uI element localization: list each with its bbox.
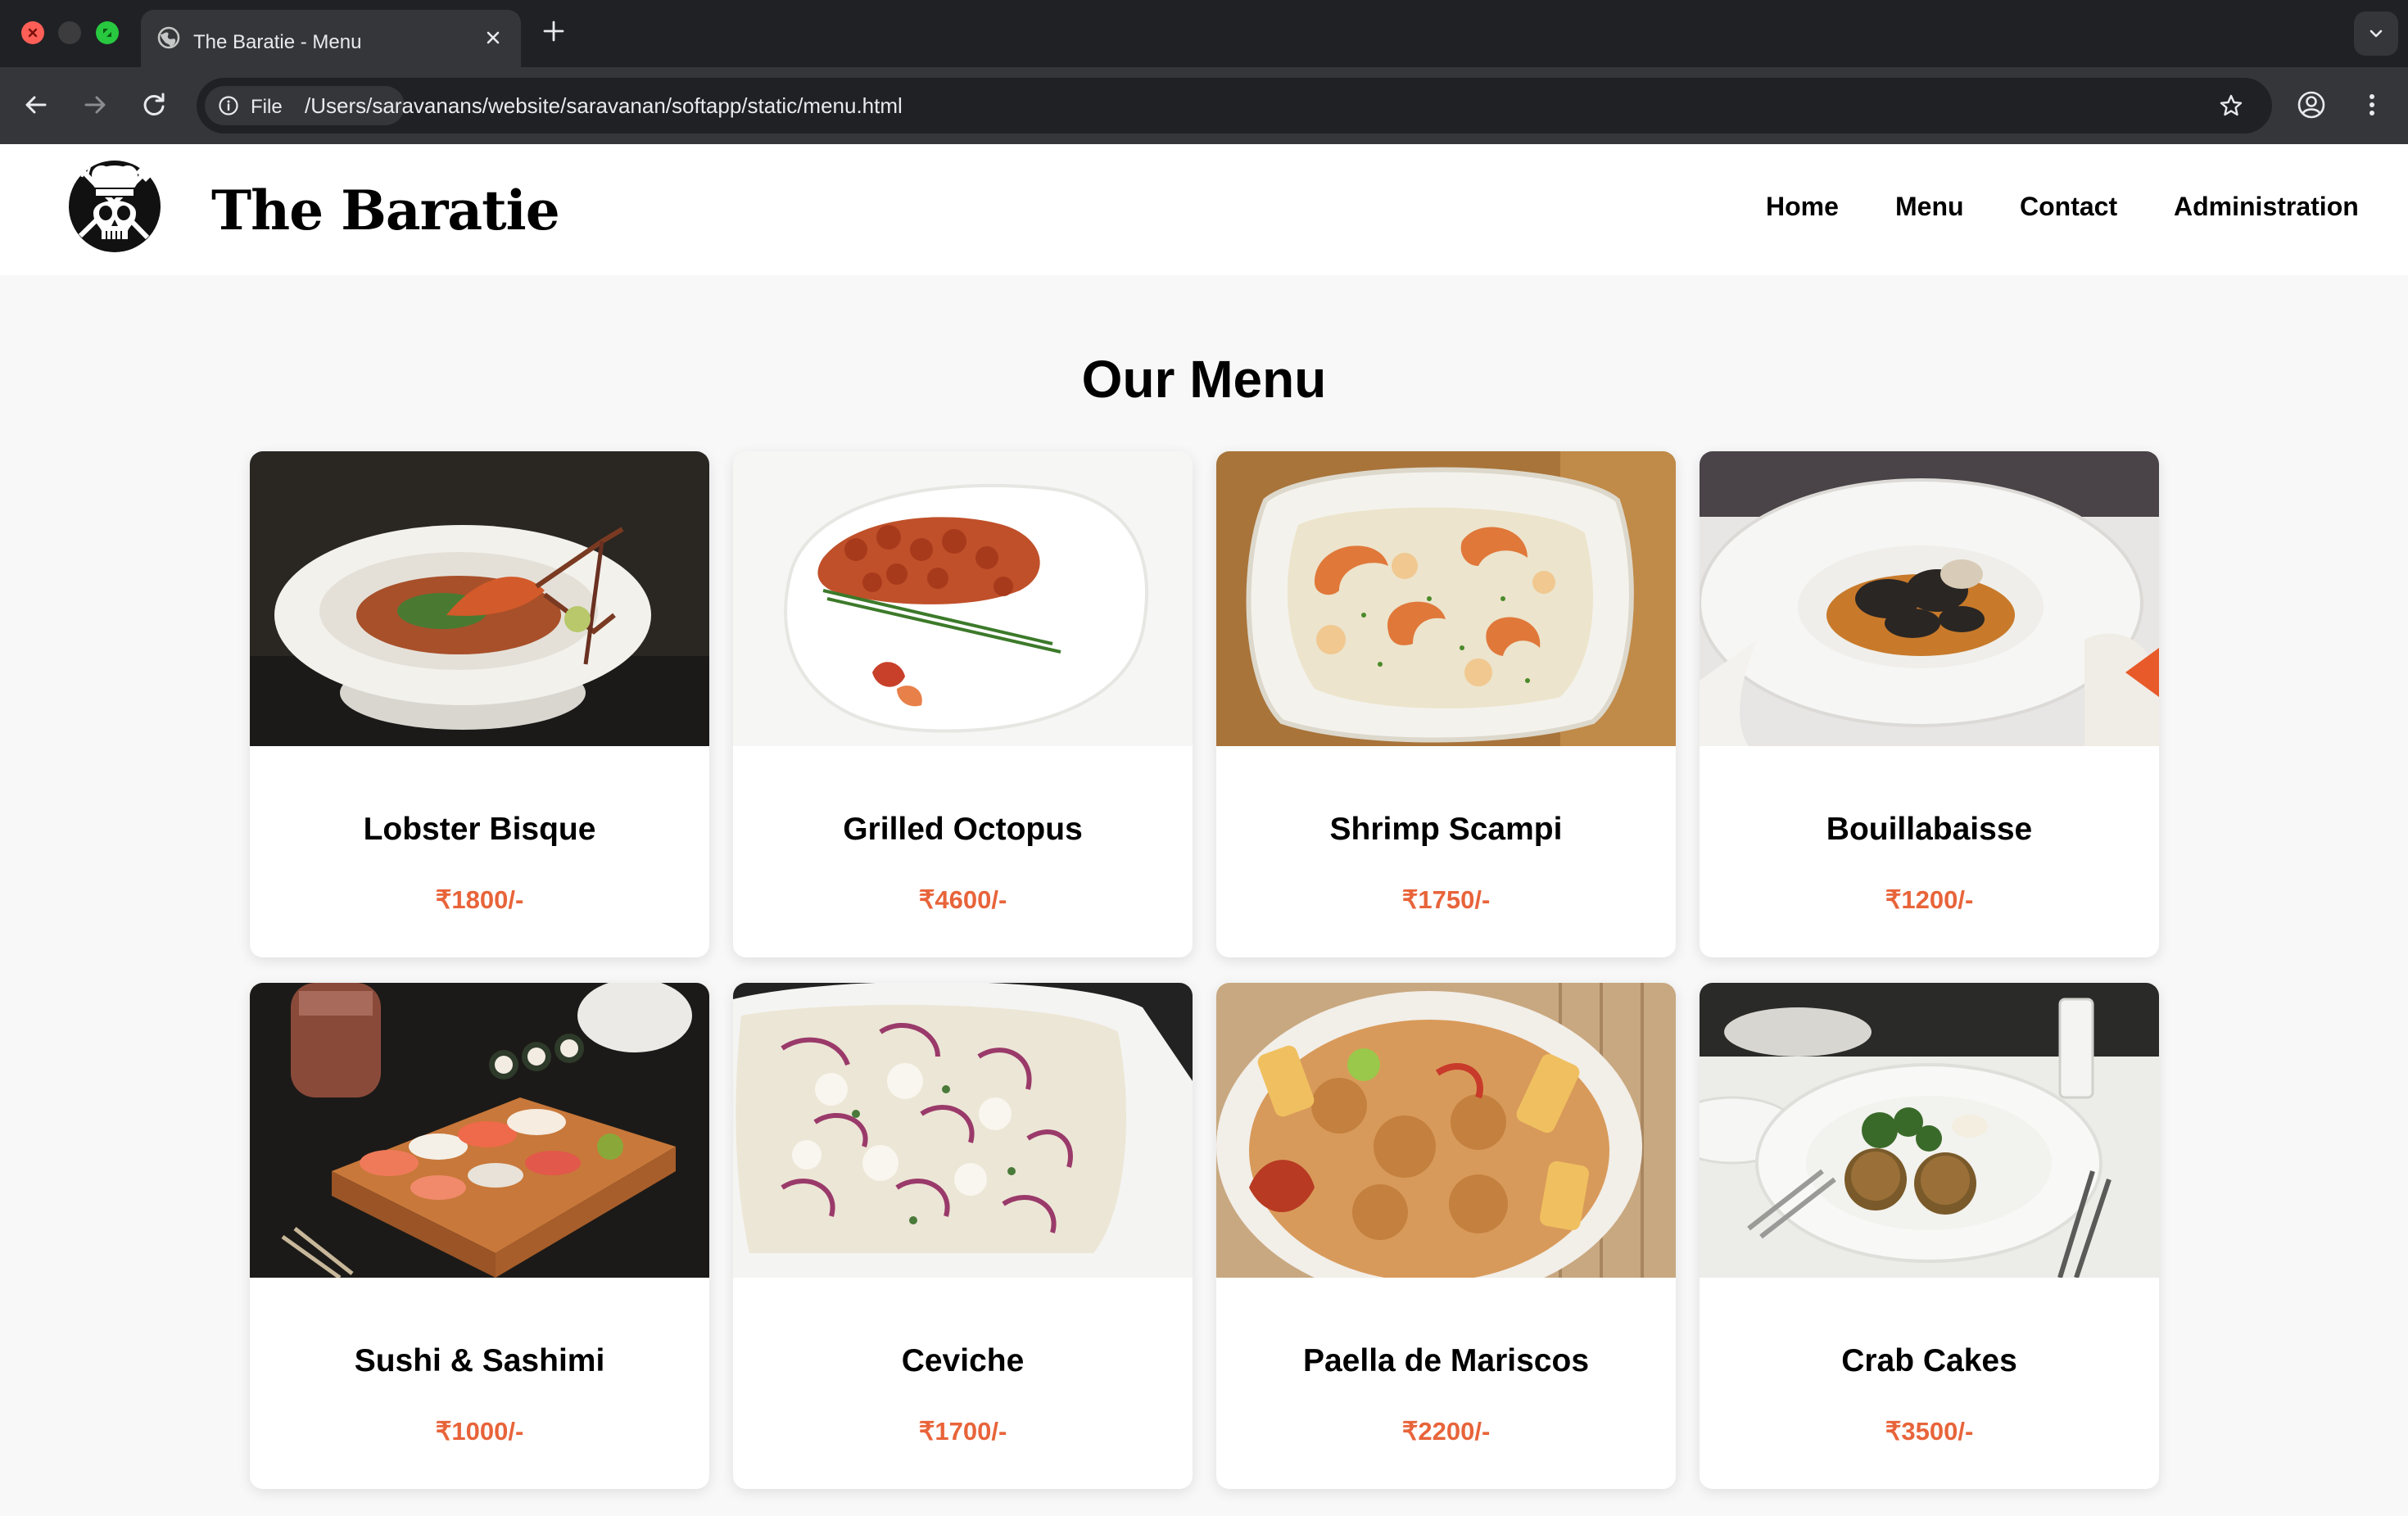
dish-price: ₹1000/- bbox=[435, 1417, 524, 1446]
profile-button[interactable] bbox=[2293, 87, 2329, 123]
dish-price: ₹1800/- bbox=[435, 885, 524, 914]
info-icon bbox=[219, 96, 238, 115]
lobster-bisque-image bbox=[250, 451, 709, 746]
dish-price: ₹3500/- bbox=[1885, 1417, 1974, 1446]
menu-card[interactable]: Lobster Bisque ₹1800/- bbox=[250, 451, 709, 957]
dish-photo bbox=[1216, 451, 1676, 746]
dish-name: Grilled Octopus bbox=[843, 812, 1083, 847]
dish-price: ₹4600/- bbox=[918, 885, 1007, 914]
bouillabaisse-image bbox=[1700, 451, 2159, 746]
dish-name: Paella de Mariscos bbox=[1302, 1343, 1590, 1378]
tab-title: The Baratie - Menu bbox=[193, 31, 362, 53]
minimize-window-button[interactable] bbox=[58, 21, 81, 44]
dish-photo bbox=[1700, 451, 2159, 746]
dish-photo bbox=[733, 983, 1193, 1278]
address-bar[interactable]: File /Users/saravanans/website/saravanan… bbox=[197, 78, 2272, 133]
more-vertical-icon bbox=[2370, 94, 2374, 115]
bookmark-star-icon[interactable] bbox=[2218, 93, 2244, 119]
dish-photo bbox=[250, 451, 709, 746]
menu-card[interactable]: Sushi & Sashimi ₹1000/- bbox=[250, 983, 709, 1489]
ceviche-image bbox=[733, 983, 1193, 1278]
dish-name: Lobster Bisque bbox=[363, 812, 596, 847]
close-icon bbox=[28, 28, 38, 38]
dish-price: ₹1750/- bbox=[1401, 885, 1491, 914]
close-tab-icon[interactable] bbox=[482, 26, 505, 49]
url-text[interactable]: /Users/saravanans/website/saravanan/soft… bbox=[305, 93, 903, 119]
sushi-sashimi-image bbox=[250, 983, 709, 1278]
nav-contact[interactable]: Contact bbox=[2020, 192, 2117, 222]
reload-icon bbox=[143, 93, 165, 115]
close-window-button[interactable] bbox=[21, 21, 44, 44]
dish-name: Bouillabaisse bbox=[1826, 812, 2033, 847]
nav-menu[interactable]: Menu bbox=[1895, 192, 1964, 222]
chip-label: File bbox=[251, 96, 283, 118]
arrow-right-icon bbox=[84, 96, 106, 114]
dish-photo bbox=[250, 983, 709, 1278]
dish-name: Crab Cakes bbox=[1841, 1343, 2017, 1378]
account-icon bbox=[2297, 91, 2325, 119]
dish-photo bbox=[1216, 983, 1676, 1278]
dish-price: ₹1700/- bbox=[918, 1417, 1007, 1446]
fullscreen-window-button[interactable] bbox=[96, 21, 119, 44]
crab-cakes-image bbox=[1700, 983, 2159, 1278]
forward-button[interactable] bbox=[77, 87, 113, 123]
browser-menu-button[interactable] bbox=[2354, 87, 2390, 123]
menu-card[interactable]: Grilled Octopus ₹4600/- bbox=[733, 451, 1193, 957]
tab-search-button[interactable] bbox=[2354, 11, 2398, 56]
menu-card[interactable]: Paella de Mariscos ₹2200/- bbox=[1216, 983, 1676, 1489]
nav-administration[interactable]: Administration bbox=[2174, 192, 2359, 222]
dish-name: Shrimp Scampi bbox=[1329, 812, 1563, 847]
skull-chef-logo[interactable] bbox=[66, 156, 164, 254]
grilled-octopus-image bbox=[733, 451, 1193, 746]
page-title: Our Menu bbox=[1081, 350, 1327, 409]
globe-icon bbox=[157, 26, 180, 49]
menu-grid: Lobster Bisque ₹1800/- Grilled Octopus ₹… bbox=[250, 451, 2159, 1516]
dish-name: Ceviche bbox=[901, 1343, 1025, 1378]
dish-photo bbox=[733, 451, 1193, 746]
paella-de-mariscos-image bbox=[1216, 983, 1676, 1278]
nav-home[interactable]: Home bbox=[1766, 192, 1839, 222]
back-button[interactable] bbox=[18, 87, 54, 123]
browser-tab[interactable]: The Baratie - Menu bbox=[141, 10, 521, 67]
fullscreen-icon bbox=[103, 29, 111, 37]
dish-price: ₹1200/- bbox=[1885, 885, 1974, 914]
new-tab-icon[interactable] bbox=[541, 18, 567, 44]
chevron-down-icon bbox=[2370, 29, 2383, 38]
dish-photo bbox=[1700, 983, 2159, 1278]
menu-card[interactable]: Crab Cakes ₹3500/- bbox=[1700, 983, 2159, 1489]
reload-button[interactable] bbox=[136, 87, 172, 123]
dish-price: ₹2200/- bbox=[1401, 1417, 1491, 1446]
shrimp-scampi-image bbox=[1216, 451, 1676, 746]
dish-name: Sushi & Sashimi bbox=[354, 1343, 605, 1378]
browser-titlebar: The Baratie - Menu bbox=[0, 0, 2408, 67]
site-header: The Baratie Home Menu Contact Administra… bbox=[0, 144, 2408, 275]
arrow-left-icon bbox=[25, 96, 47, 114]
menu-card[interactable]: Ceviche ₹1700/- bbox=[733, 983, 1193, 1489]
menu-card[interactable]: Shrimp Scampi ₹1750/- bbox=[1216, 451, 1676, 957]
browser-toolbar: File /Users/saravanans/website/saravanan… bbox=[0, 67, 2408, 144]
menu-card[interactable]: Bouillabaisse ₹1200/- bbox=[1700, 451, 2159, 957]
site-brand[interactable]: The Baratie bbox=[211, 179, 560, 242]
